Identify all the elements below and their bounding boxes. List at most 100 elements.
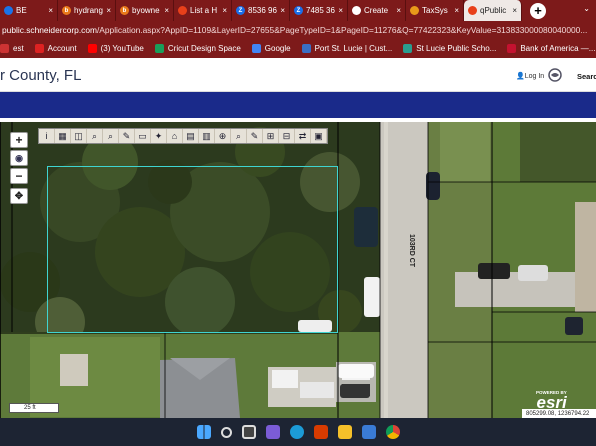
bookmark-label: est [13,44,24,53]
map-tool-icon[interactable]: ⌕ [231,129,247,143]
tab-favicon-icon [178,6,187,15]
address-bar: public.schneidercorp.com/Application.asp… [0,21,596,39]
login-link[interactable]: 👤Log In [516,72,544,80]
task-view-icon[interactable] [241,425,256,439]
site-header: r County, FL 👤Log In Search [0,58,596,92]
bookmark-label: St Lucie Public Scho... [416,44,497,53]
close-icon[interactable]: × [106,6,111,15]
map-tool-icon[interactable]: ▦ [55,129,71,143]
map-tool-icon[interactable]: ⊞ [263,129,279,143]
map-tool-icon[interactable]: ✦ [151,129,167,143]
url-host: public.schneidercorp.com [2,25,97,35]
close-icon[interactable]: × [338,6,343,15]
bookmark-label: (3) YouTube [100,44,144,53]
close-icon[interactable]: × [280,6,285,15]
file-explorer-icon[interactable] [337,425,352,439]
map-tool-icon[interactable]: ◫ [71,129,87,143]
map-tool-icon[interactable]: ⌕ [87,129,103,143]
map-tool-icon[interactable]: ✎ [119,129,135,143]
browser-tab[interactable]: TaxSys × [406,0,464,21]
search-icon[interactable] [220,426,232,438]
close-icon[interactable]: × [164,6,169,15]
map-tool-icon[interactable]: ▭ [135,129,151,143]
office-icon[interactable] [313,425,328,439]
browser-tab[interactable]: Create × [348,0,406,21]
chrome-icon[interactable] [385,425,400,439]
tab-label: hydrang [74,6,103,15]
teams-icon[interactable] [265,425,280,439]
close-icon[interactable]: × [396,6,401,15]
coordinates-readout: 805299.08, 1236794.22 [522,409,596,418]
windows-taskbar [0,418,596,446]
bookmark-item[interactable]: Cricut Design Space [154,44,241,53]
store-icon[interactable] [361,425,376,439]
map-tool-icon[interactable]: ▤ [183,129,199,143]
bookmark-label: Google [264,44,291,53]
bookmark-favicon-icon [251,44,261,53]
tab-favicon-icon: b [62,6,71,15]
close-icon[interactable]: × [454,6,459,15]
site-nav-bar [0,92,596,118]
edge-icon[interactable] [289,425,304,439]
url-field[interactable]: public.schneidercorp.com/Application.asp… [2,23,596,37]
bookmark-label: Port St. Lucie | Cust... [314,44,393,53]
search-link[interactable]: Search [577,72,596,81]
tab-label: Create [364,6,389,15]
tab-favicon-icon: Z [236,6,245,15]
map-tool-icon[interactable]: ⌕ [103,129,119,143]
esri-name: esri [536,393,567,412]
pan-icon[interactable]: ✥ [10,188,28,204]
bookmark-item[interactable]: Bank of America —... [507,44,595,53]
bookmark-item[interactable]: Google [251,44,291,53]
map-tool-icon[interactable]: ▥ [199,129,215,143]
tab-label: BE [16,6,27,15]
map-tool-icon[interactable]: ▣ [311,129,327,143]
url-path: /Application.aspx?AppID=1109&LayerID=276… [96,25,588,35]
bookmark-item[interactable]: Port St. Lucie | Cust... [301,44,393,53]
map-tool-icon[interactable]: ⇄ [295,129,311,143]
globe-icon[interactable]: ◉ [10,150,28,166]
map-tool-icon[interactable]: ⌂ [167,129,183,143]
new-tab-button[interactable]: + [530,2,546,19]
map-tool-icon[interactable]: ⊟ [279,129,295,143]
tab-label: 8536 96 [248,6,277,15]
scale-label: 25 ft [24,405,36,411]
zoom-in-button[interactable]: + [10,132,28,148]
browser-tab[interactable]: List a H × [174,0,232,21]
browser-tab-bar: BE × b hydrang × b byowne × List a H × Z 8536 96 × Z 7… [0,0,596,21]
bookmark-item[interactable]: est [0,44,24,53]
browser-tab[interactable]: b hydrang × [58,0,116,21]
bookmark-item[interactable]: (3) YouTube [87,44,144,53]
tab-favicon-icon [468,6,477,15]
close-icon[interactable]: × [222,6,227,15]
browser-tab[interactable]: b byowne × [116,0,174,21]
bookmark-label: Cricut Design Space [167,44,241,53]
tab-label: byowne [132,6,160,15]
close-icon[interactable]: × [48,6,53,15]
scale-bar: 25 ft [9,403,59,413]
zoom-out-button[interactable]: − [10,168,28,184]
windows-start-icon[interactable] [196,425,211,439]
bookmark-item[interactable]: Account [34,44,77,53]
tab-favicon-icon [410,6,419,15]
browser-tab[interactable]: qPublic × [464,0,522,21]
bookmark-item[interactable]: St Lucie Public Scho... [403,44,496,53]
bookmark-favicon-icon [403,44,413,53]
browser-tab[interactable]: BE × [0,0,58,21]
map-toolbar: i ▦ ◫ ⌕ ⌕ ✎ ▭ ✦ ⌂ ▤ ▥ ⊕ ⌕ ✎ ⊞ ⊟ ⇄ ▣ [38,128,328,144]
bookmark-favicon-icon [34,44,44,53]
tab-favicon-icon: Z [294,6,303,15]
browser-tab[interactable]: Z 7485 36 × [290,0,348,21]
close-icon[interactable]: × [512,6,517,15]
bookmark-label: Bank of America —... [520,44,596,53]
map-tool-icon[interactable]: i [39,129,55,143]
map-tool-icon[interactable]: ⊕ [215,129,231,143]
bookmark-favicon-icon [154,44,164,53]
tab-search-dropdown-icon[interactable]: ⌄ [583,4,590,13]
esri-logo: POWERED BY esri [536,390,567,412]
map-tool-icon[interactable]: ✎ [247,129,263,143]
parcel-boundary[interactable] [47,166,338,333]
bookmark-favicon-icon [87,44,97,53]
browser-tab[interactable]: Z 8536 96 × [232,0,290,21]
map-viewer[interactable]: i ▦ ◫ ⌕ ⌕ ✎ ▭ ✦ ⌂ ▤ ▥ ⊕ ⌕ ✎ ⊞ ⊟ ⇄ ▣ + ◉ − ✥ 103RD CT 25 f… [0,122,596,418]
